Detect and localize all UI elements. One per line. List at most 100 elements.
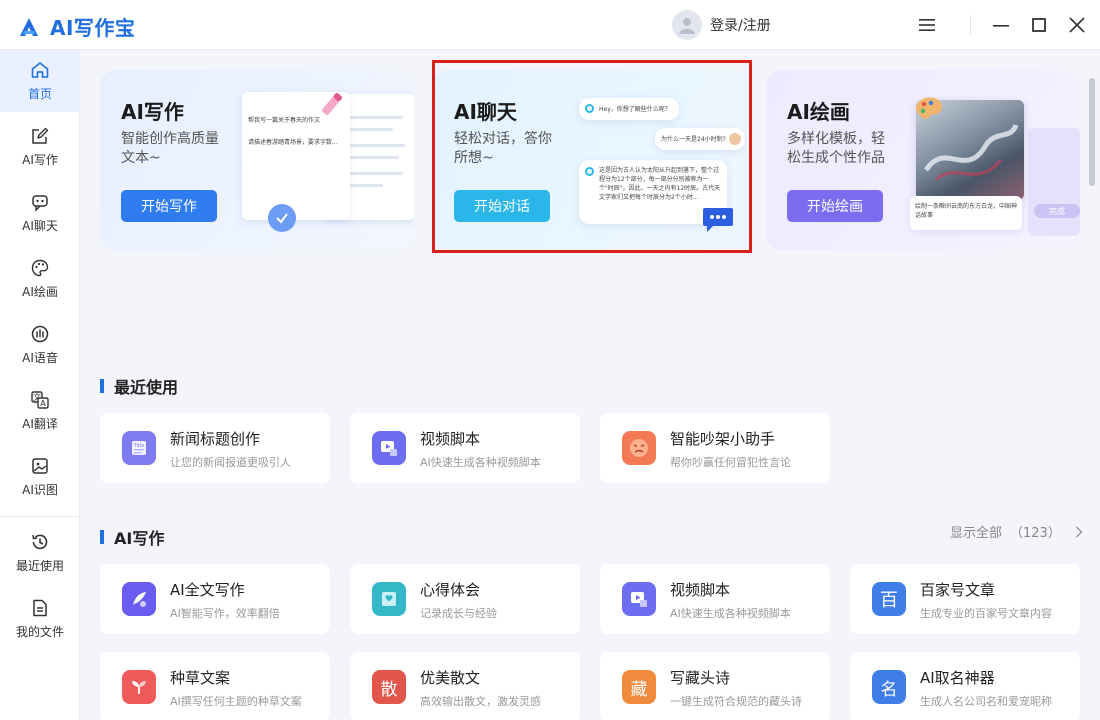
start-painting-button[interactable]: 开始绘画 xyxy=(787,190,883,222)
tool-card-desc: 生成专业的百家号文章内容 xyxy=(920,607,1052,620)
naming-icon: 名 xyxy=(872,670,906,704)
hero-card-ai-paint[interactable]: AI绘画 多样化模板，轻松生成个性作品 开始绘画 绘制一条瞬间云南的东方白龙，中… xyxy=(766,70,1080,250)
chat-bubble-question: 为什么一天是24小时制? xyxy=(655,128,745,150)
tool-card-title: 种草文案 xyxy=(170,669,231,687)
file-icon xyxy=(33,599,47,617)
section-title: AI写作 xyxy=(114,529,165,548)
title-bar: AI写作宝 登录/注册 xyxy=(0,0,1100,50)
tool-card-seeding-copy[interactable]: 种草文案 AI撰写任何主题的种草文案 xyxy=(100,652,330,720)
image-scan-icon xyxy=(32,458,48,474)
section-title: 最近使用 xyxy=(114,378,179,397)
mock-content: 请描述春游踏青场景，要求字数... xyxy=(248,139,338,146)
show-all-label: 显示全部 xyxy=(950,526,1003,541)
tool-card-video-script[interactable]: 视频脚本 AI快速生成各种视频脚本 xyxy=(350,413,580,483)
tool-card-reflections[interactable]: 心得体会 记录成长与经验 xyxy=(350,564,580,634)
sidebar-item-ai-image[interactable]: AI识图 xyxy=(0,446,80,508)
news-title-icon: Title xyxy=(122,431,156,465)
pencil-icon xyxy=(322,93,342,115)
done-label: 完成 xyxy=(1049,206,1065,216)
login-button[interactable]: 登录/注册 xyxy=(672,10,771,40)
hero-title: AI聊天 xyxy=(454,100,517,124)
poem-icon: 藏 xyxy=(622,670,656,704)
tool-card-news-title[interactable]: Title 新闻标题创作 让您的新闻报道更吸引人 xyxy=(100,413,330,483)
tool-card-desc: 生成人名公司名和爱宠昵称 xyxy=(920,695,1052,708)
sidebar-item-my-files[interactable]: 我的文件 xyxy=(0,588,80,650)
tool-card-argue-helper[interactable]: 智能吵架小助手 帮你吵赢任何冒犯性言论 xyxy=(600,413,830,483)
angry-face-icon xyxy=(622,431,656,465)
chat-bubble-text: Hey，你想了解些什么呢？ xyxy=(599,106,671,113)
chat-bubble-greeting: Hey，你想了解些什么呢？ xyxy=(579,98,679,120)
svg-text:A: A xyxy=(40,399,46,408)
hero-title: AI写作 xyxy=(121,100,184,124)
close-icon xyxy=(1069,17,1085,33)
tool-card-title: 百家号文章 xyxy=(920,581,996,599)
sidebar-item-label: 最近使用 xyxy=(15,559,64,573)
svg-text:Title: Title xyxy=(133,443,145,449)
tool-card-title: 写藏头诗 xyxy=(670,669,731,687)
tool-card-acrostic-poem[interactable]: 藏 写藏头诗 一键生成符合规范的藏头诗 xyxy=(600,652,830,720)
close-button[interactable] xyxy=(1064,12,1090,38)
palette-icon xyxy=(31,259,49,277)
show-all-link[interactable]: 显示全部 （123） xyxy=(950,522,1083,541)
hero-desc: 轻松对话，答你所想~ xyxy=(454,131,552,166)
template-grid xyxy=(1028,128,1080,236)
sidebar-item-label: AI写作 xyxy=(22,153,58,167)
sidebar-item-label: 首页 xyxy=(27,87,52,101)
sprout-icon xyxy=(122,670,156,704)
tool-card-prose[interactable]: 散 优美散文 高效输出散文，激发灵感 xyxy=(350,652,580,720)
chevron-right-icon xyxy=(1075,525,1083,538)
tool-card-desc: 帮你吵赢任何冒犯性言论 xyxy=(670,456,791,469)
maximize-button[interactable] xyxy=(1026,12,1052,38)
sidebar-item-ai-voice[interactable]: AI语音 xyxy=(0,314,80,376)
tool-card-ai-naming[interactable]: 名 AI取名神器 生成人名公司名和爱宠昵称 xyxy=(850,652,1080,720)
hero-desc: 智能创作高质量文本~ xyxy=(121,131,219,166)
tool-card-title: 智能吵架小助手 xyxy=(670,430,776,448)
tool-card-desc: AI快速生成各种视频脚本 xyxy=(420,456,541,469)
section-ai-write-header: AI写作 xyxy=(100,525,164,549)
start-chat-button[interactable]: 开始对话 xyxy=(454,190,550,222)
login-label: 登录/注册 xyxy=(710,18,771,34)
maximize-icon xyxy=(1032,18,1046,32)
tool-card-title: 视频脚本 xyxy=(420,430,481,448)
minimize-button[interactable] xyxy=(988,12,1014,38)
palette-brush-icon xyxy=(916,97,942,119)
scrollbar[interactable] xyxy=(1089,78,1095,186)
tool-card-title: AI取名神器 xyxy=(920,669,995,687)
tool-card-desc: 让您的新闻报道更吸引人 xyxy=(170,456,291,469)
video-script-icon xyxy=(372,431,406,465)
menu-button[interactable] xyxy=(914,12,940,38)
sidebar-item-label: AI翻译 xyxy=(22,417,58,431)
sidebar-item-label: AI语音 xyxy=(22,351,58,365)
start-writing-button[interactable]: 开始写作 xyxy=(121,190,217,222)
sidebar-item-ai-paint[interactable]: AI绘画 xyxy=(0,248,80,310)
check-badge xyxy=(268,204,296,232)
baijia-icon: 百 xyxy=(872,582,906,616)
tool-card-desc: 记录成长与经验 xyxy=(420,607,497,620)
show-all-count: （123） xyxy=(1010,526,1061,541)
done-badge: 完成 xyxy=(1034,204,1080,218)
tool-card-ai-full-write[interactable]: AI全文写作 AI智能写作，效率翻倍 xyxy=(100,564,330,634)
sidebar-item-ai-chat[interactable]: AI聊天 xyxy=(0,182,80,244)
paint-caption-text: 绘制一条瞬间云南的东方白龙，中国神话故事 xyxy=(915,203,1018,219)
tool-card-title: AI全文写作 xyxy=(170,581,245,599)
sidebar-item-home[interactable]: 首页 xyxy=(0,50,80,112)
avatar xyxy=(672,10,702,40)
hero-card-ai-write[interactable]: AI写作 智能创作高质量文本~ 开始写作 帮我写一篇关于春天的作文 请描述春游踏… xyxy=(100,70,414,250)
hero-desc: 多样化模板，轻松生成个性作品 xyxy=(787,131,885,166)
sidebar-item-ai-translate[interactable]: 文 A AI翻译 xyxy=(0,380,80,442)
tool-card-title: 新闻标题创作 xyxy=(170,430,261,448)
history-icon xyxy=(32,534,48,550)
tool-card-desc: 一键生成符合规范的藏头诗 xyxy=(670,695,802,708)
tool-card-title: 心得体会 xyxy=(420,581,481,599)
tool-card-baijia-article[interactable]: 百 百家号文章 生成专业的百家号文章内容 xyxy=(850,564,1080,634)
tool-card-desc: AI撰写任何主题的种草文案 xyxy=(170,695,302,708)
hero-card-ai-chat[interactable]: AI聊天 轻松对话，答你所想~ 开始对话 Hey，你想了解些什么呢？ 为什么一天… xyxy=(433,70,747,250)
tool-card-desc: AI智能写作，效率翻倍 xyxy=(170,607,280,620)
chat-bubble-icon xyxy=(703,208,733,232)
pen-square-icon xyxy=(32,127,49,144)
tool-card-video-script-2[interactable]: 视频脚本 AI快速生成各种视频脚本 xyxy=(600,564,830,634)
hero-title: AI绘画 xyxy=(787,100,850,124)
titlebar-separator xyxy=(970,15,971,35)
sidebar-item-recent[interactable]: 最近使用 xyxy=(0,522,80,584)
sidebar-item-ai-write[interactable]: AI写作 xyxy=(0,116,80,178)
